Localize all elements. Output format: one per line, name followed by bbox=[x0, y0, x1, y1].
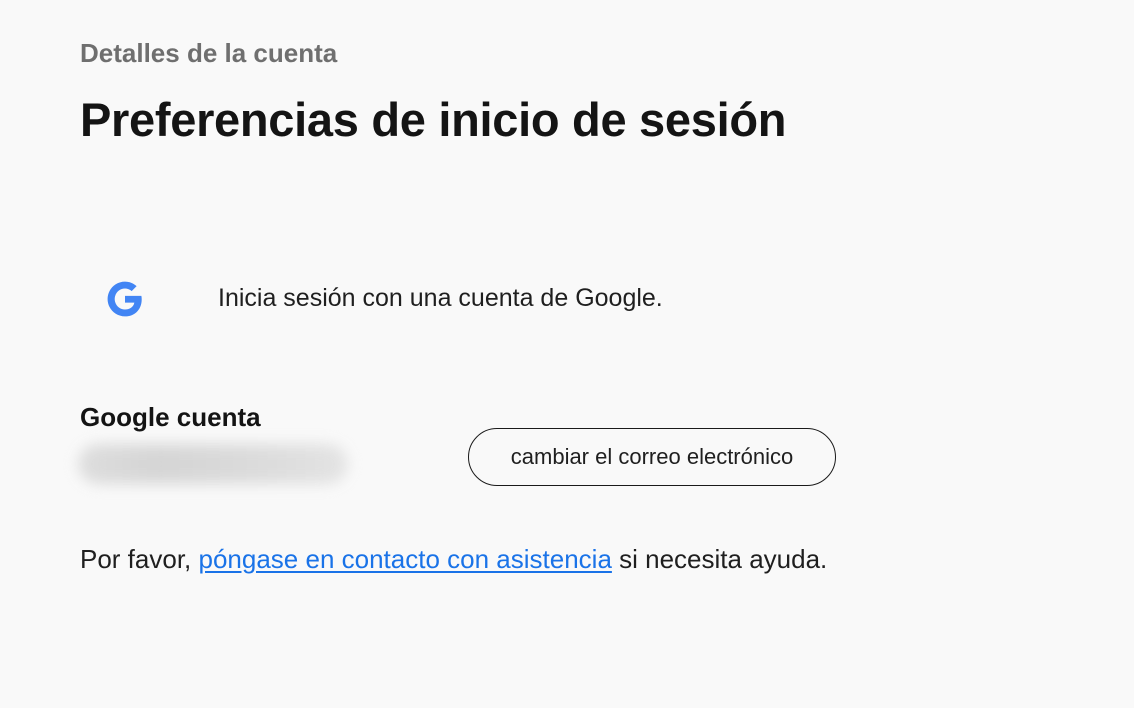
change-email-button[interactable]: cambiar el correo electrónico bbox=[468, 428, 836, 486]
account-email-redacted bbox=[78, 444, 348, 484]
google-signin-row: Inicia sesión con una cuenta de Google. bbox=[80, 270, 840, 330]
google-account-label: Google cuenta bbox=[80, 402, 261, 432]
page-title: Preferencias de inicio de sesión bbox=[80, 93, 787, 146]
help-text-suffix: si necesita ayuda. bbox=[611, 544, 828, 574]
help-text-prefix: Por favor, bbox=[80, 544, 199, 574]
breadcrumb[interactable]: Detalles de la cuenta bbox=[80, 38, 337, 69]
google-icon bbox=[106, 280, 144, 318]
login-preferences-page: Detalles de la cuenta Preferencias de in… bbox=[0, 0, 1134, 708]
contact-support-link[interactable]: póngase en contacto con asistencia bbox=[199, 544, 612, 574]
help-text: Por favor, póngase en contacto con asist… bbox=[80, 538, 840, 581]
google-signin-text: Inicia sesión con una cuenta de Google. bbox=[218, 284, 663, 312]
google-g-glyph bbox=[107, 281, 142, 317]
